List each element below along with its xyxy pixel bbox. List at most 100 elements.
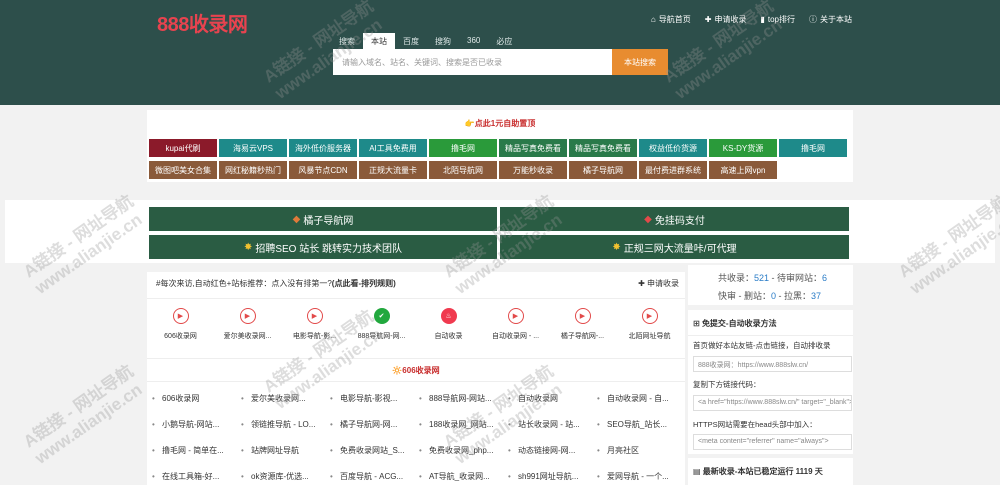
site-link[interactable]: 爱尔美收录网... — [240, 386, 329, 412]
site-link[interactable]: 站牌网址导航 — [240, 438, 329, 464]
total-count: 521 — [754, 273, 770, 283]
blacklist-label: - 拉黑： — [776, 291, 812, 301]
diamond-icon: ◆ — [292, 213, 301, 225]
site-link[interactable]: ok资源库-优选... — [240, 464, 329, 485]
stats-line-2: 快审 - 删站：0 - 拉黑：37 — [718, 289, 821, 302]
divider — [147, 381, 685, 382]
banner-label: 免挂码支付 — [654, 215, 705, 227]
promo-button[interactable]: 海外低价服务器 — [289, 139, 357, 157]
promo-button[interactable]: 最付费进群系统 — [639, 161, 707, 179]
banner-free-payment[interactable]: ◆ 免挂码支付 — [500, 207, 849, 231]
promo-button[interactable]: 撸毛网 — [429, 139, 497, 157]
banner-juzi-nav[interactable]: ◆ 橘子导航网 — [149, 207, 497, 231]
rules-link[interactable]: (点此看-排列规则) — [332, 279, 396, 288]
watermark-line: A链接 - 网址导航 — [20, 361, 137, 452]
site-link[interactable]: 自动收录网 — [507, 386, 596, 412]
plus-square-icon: ⊞ — [693, 319, 702, 328]
nav-item-2[interactable]: ▮ top排行 — [760, 14, 795, 25]
featured-site[interactable]: ▶ 北陌网址导航 — [616, 308, 683, 341]
header-bar: 888收录网 ⌂ 导航首页 ✚ 申请收录 ▮ top排行 ⓘ 关于本站 搜索 本站 百度 搜狗 360… — [0, 0, 1000, 105]
site-link[interactable]: 爱网导航 - 一个... — [596, 464, 685, 485]
promo-button[interactable]: 微图吧美女合集 — [149, 161, 217, 179]
site-link[interactable]: 橘子导航网-网... — [329, 412, 418, 438]
promo-button[interactable]: 海易云VPS — [219, 139, 287, 157]
meta-code-field[interactable]: <meta content="referrer" name="always"> — [693, 434, 852, 450]
nav-item-1[interactable]: ✚ 申请收录 — [705, 14, 747, 25]
promo-button[interactable]: 高速上网vpn — [709, 161, 777, 179]
site-link[interactable]: sh991网址导航... — [507, 464, 596, 485]
play-icon: ▶ — [306, 308, 323, 324]
site-link[interactable]: 小鹅导航-网站... — [151, 412, 240, 438]
list-icon: ▤ — [693, 467, 703, 476]
featured-label: 888导航网-网... — [357, 333, 406, 340]
site-link[interactable]: 免费收录网_php... — [418, 438, 507, 464]
site-link[interactable]: 站长收录网 - 站... — [507, 412, 596, 438]
promo-button[interactable]: 北陌导航网 — [429, 161, 497, 179]
site-link[interactable]: 动态链接网-网... — [507, 438, 596, 464]
site-link[interactable]: 606收录网 — [151, 386, 240, 412]
notice-prefix: #每次来访,自动红色+站标推荐：点入没有排第一? — [156, 279, 332, 288]
stats-line-1: 共收录：521 - 待审网站：6 — [718, 271, 827, 284]
site-link[interactable]: SEO导航_站长... — [596, 412, 685, 438]
promo-button[interactable]: 正规大流量卡 — [359, 161, 427, 179]
total-label: 共收录： — [718, 273, 755, 283]
snapshot-label: 快审 - 删站： — [718, 291, 771, 301]
site-link[interactable]: AT导航_收录网... — [418, 464, 507, 485]
latest-title-text: 最新收录-本站已稳定运行 1119 天 — [702, 467, 823, 476]
blacklist-count: 37 — [811, 291, 822, 301]
banner-seo-recruit[interactable]: ✸ 招聘SEO 站长 跳转实力技术团队 — [149, 235, 497, 259]
link-code-field[interactable]: <a href="https://www.888slw.cn/" target=… — [693, 395, 852, 411]
site-link[interactable]: 领链推导航 - LO... — [240, 412, 329, 438]
search-button[interactable]: 本站搜索 — [612, 49, 668, 75]
site-link[interactable]: 888导航网-网站... — [418, 386, 507, 412]
site-link[interactable]: 电影导航-影视... — [329, 386, 418, 412]
diamond-icon: ◆ — [644, 213, 652, 225]
featured-site[interactable]: ▶ 爱尔美收录网... — [214, 308, 281, 341]
featured-site[interactable]: ▶ 自动收录网 - ... — [482, 308, 549, 341]
search-input[interactable]: 请输入域名、站名、关键词、搜索是否已收录 — [333, 49, 612, 75]
site-url-field[interactable]: 888收录网：https://www.888slw.cn/ — [693, 356, 852, 372]
pending-count: 6 — [822, 273, 828, 283]
auto-link-line1: 首页做好本站友链-点击链接，自动排收录 — [693, 341, 831, 350]
promo-button[interactable]: kupai代刷 — [149, 139, 217, 157]
promo-button[interactable]: 橘子导航网 — [569, 161, 637, 179]
promo-button[interactable]: 精品写真免费看 — [499, 139, 567, 157]
featured-site[interactable]: ▶ 橘子导航网-... — [549, 308, 616, 341]
divider — [147, 358, 685, 359]
site-link[interactable]: 188收录网_网站... — [418, 412, 507, 438]
promo-button[interactable]: 精品写真免费看 — [569, 139, 637, 157]
featured-label: 北陌网址导航 — [628, 333, 671, 340]
promo-button[interactable]: 风暴节点CDN — [289, 161, 357, 179]
star-icon: ✸ — [612, 241, 621, 253]
pending-label: - 待审网站： — [769, 273, 823, 283]
site-link[interactable]: 百度导航 - ACG... — [329, 464, 418, 485]
promo-button[interactable]: 万能秒收录 — [499, 161, 567, 179]
promo-title[interactable]: 👉点此1元自助置顶 — [147, 118, 853, 129]
play-icon: ▶ — [507, 308, 524, 324]
site-link[interactable]: 在线工具箱-好... — [151, 464, 240, 485]
promo-button[interactable]: KS-DY货源 — [709, 139, 777, 157]
featured-site[interactable]: ♨ 自动收录 — [415, 308, 482, 341]
promo-button[interactable]: AI工具免费用 — [359, 139, 427, 157]
featured-site[interactable]: ✔ 888导航网-网... — [348, 308, 415, 341]
site-link[interactable]: 免费收录网站_S... — [329, 438, 418, 464]
nav-item-0[interactable]: ⌂ 导航首页 — [651, 14, 691, 25]
apply-label: 申请收录 — [647, 279, 679, 288]
divider — [688, 335, 853, 336]
banner-traffic-card[interactable]: ✸ 正规三网大流量咔/可代理 — [500, 235, 849, 259]
promo-button[interactable]: 权益低价货源 — [639, 139, 707, 157]
featured-sites: ▶ 606收录网 ▶ 爱尔美收录网... ▶ 电影导航-影... ✔ 888导航网-网... ♨… — [147, 308, 685, 341]
promo-button[interactable]: 网红秘籍秒热门 — [219, 161, 287, 179]
promo-panel: 👉点此1元自助置顶 kupai代刷 海易云VPS 海外低价服务器 AI工具免费用 撸毛网… — [147, 110, 853, 182]
site-link[interactable]: 月亮社区 — [596, 438, 685, 464]
featured-site[interactable]: ▶ 电影导航-影... — [281, 308, 348, 341]
featured-site[interactable]: ▶ 606收录网 — [147, 308, 214, 341]
banner-label: 招聘SEO 站长 跳转实力技术团队 — [255, 243, 403, 255]
site-link[interactable]: 撸毛网 - 简单在... — [151, 438, 240, 464]
nav-item-3[interactable]: ⓘ 关于本站 — [809, 14, 852, 25]
promo-button[interactable]: 撸毛网 — [779, 139, 847, 157]
apply-link[interactable]: ✚ 申请收录 — [638, 278, 679, 289]
site-link[interactable]: 自动收录网 - 自... — [596, 386, 685, 412]
site-logo[interactable]: 888收录网 — [157, 8, 248, 37]
notice-text: #每次来访,自动红色+站标推荐：点入没有排第一?(点此看-排列规则) — [156, 278, 396, 289]
